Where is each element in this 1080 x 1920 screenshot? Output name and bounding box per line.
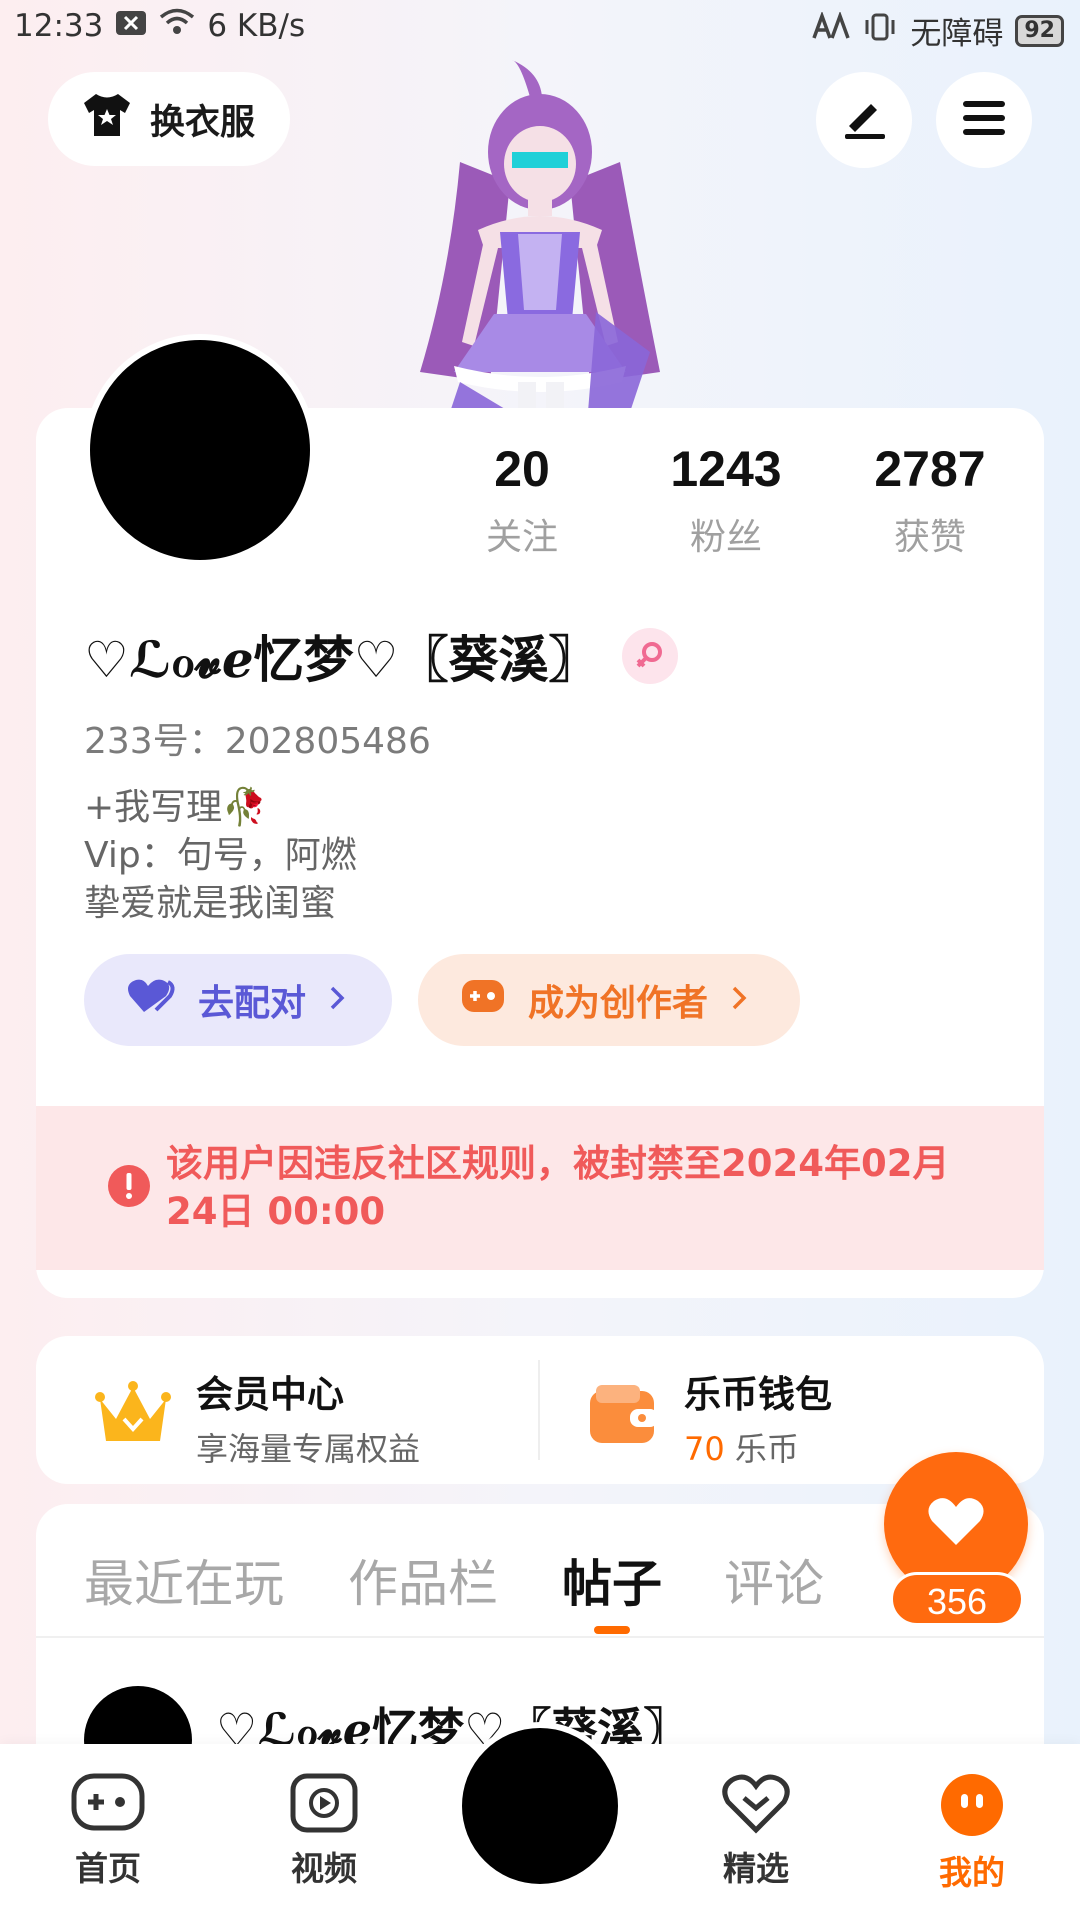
member-center-entry[interactable]: 会员中心 享海量专属权益 (94, 1364, 420, 1470)
fans-count: 1243 (670, 441, 782, 497)
divider (538, 1360, 540, 1460)
nav-home[interactable]: 首页 (38, 1772, 178, 1890)
member-center-subtitle: 享海量专属权益 (196, 1430, 421, 1468)
vibrate-icon (862, 12, 898, 50)
stat-following[interactable]: 20 关注 (422, 440, 622, 560)
bio-line: +我写理🥀 (84, 787, 267, 828)
accessibility-label: 无障碍 (910, 16, 1004, 52)
become-creator-button[interactable]: 成为创作者 (418, 954, 800, 1046)
nav-home-label: 首页 (75, 1849, 141, 1888)
match-button[interactable]: 去配对 (84, 954, 392, 1046)
tab-comments[interactable]: 评论 (724, 1544, 824, 1616)
notification-x-icon (115, 8, 147, 44)
play-icon (289, 1773, 359, 1838)
menu-button[interactable] (936, 72, 1032, 168)
nickname: ♡ℒℴ𝓿ℯ忆梦♡〖葵溪〗 (84, 631, 599, 689)
gamepad-icon (70, 1773, 146, 1838)
creator-label: 成为创作者 (528, 983, 709, 1024)
wifi-icon (159, 8, 195, 44)
net-speed: 6 KB/s (207, 8, 306, 44)
warning-icon (106, 1163, 152, 1213)
match-label: 去配对 (198, 983, 307, 1024)
face-icon (939, 1774, 1005, 1842)
stat-likes[interactable]: 2787 获赞 (830, 440, 1030, 560)
accessibility-icon (810, 10, 851, 50)
wallet-icon (588, 1383, 660, 1451)
nickname-row: ♡ℒℴ𝓿ℯ忆梦♡〖葵溪〗 (84, 620, 679, 692)
status-bar: 12:33 6 KB/s 无障碍 92 (0, 0, 1080, 56)
ban-notice: 该用户因违反社区规则，被封禁至2024年02月24日 00:00 (36, 1106, 1044, 1270)
wallet-balance: 70 乐币 (684, 1424, 832, 1470)
member-wallet-card: 会员中心 享海量专属权益 乐币钱包 70 乐币 (36, 1336, 1044, 1484)
battery-icon: 92 (1015, 14, 1064, 47)
active-tab-indicator (594, 1626, 630, 1634)
heart-icon (926, 1495, 986, 1553)
hamburger-icon (961, 98, 1007, 142)
status-time: 12:33 (14, 8, 104, 44)
pen-icon (841, 96, 887, 144)
user-id: 233号：202805486 (84, 721, 431, 762)
wallet-amount: 70 (684, 1430, 725, 1468)
change-outfit-label: 换衣服 (150, 102, 256, 143)
profile-avatar[interactable] (84, 334, 316, 566)
wallet-title: 乐币钱包 (684, 1373, 832, 1416)
nav-featured-label: 精选 (723, 1849, 789, 1888)
member-center-title: 会员中心 (196, 1373, 344, 1416)
edit-profile-button[interactable] (816, 72, 912, 168)
gamepad-icon (460, 978, 506, 1023)
fans-label: 粉丝 (689, 517, 762, 558)
crown-icon (94, 1379, 172, 1455)
chevron-right-icon (328, 980, 346, 1021)
wallet-entry[interactable]: 乐币钱包 70 乐币 (588, 1364, 832, 1470)
divider (36, 1636, 1044, 1638)
likes-count: 2787 (874, 441, 986, 497)
character-avatar-figure[interactable] (400, 52, 680, 412)
female-icon (622, 628, 679, 684)
heart-pair-icon (126, 976, 176, 1025)
tshirt-icon (80, 91, 134, 148)
tab-recently-played[interactable]: 最近在玩 (84, 1544, 284, 1616)
tab-works[interactable]: 作品栏 (348, 1544, 498, 1616)
following-count: 20 (494, 441, 550, 497)
bio: +我写理🥀 Vip：句号，阿燃 挚爱就是我闺蜜 (84, 784, 357, 928)
tab-posts[interactable]: 帖子 (562, 1544, 662, 1616)
likes-label: 获赞 (893, 517, 966, 558)
heart-chevron-icon (720, 1774, 792, 1838)
nav-video-label: 视频 (291, 1849, 357, 1888)
chevron-right-icon (730, 980, 748, 1021)
change-outfit-button[interactable]: 换衣服 (48, 72, 290, 166)
bio-line: Vip：句号，阿燃 (84, 835, 357, 876)
nav-mine-label: 我的 (939, 1853, 1005, 1892)
ban-text: 该用户因违反社区规则，被封禁至2024年02月24日 00:00 (166, 1142, 950, 1233)
nav-mine[interactable]: 我的 (902, 1772, 1042, 1894)
wallet-unit: 乐币 (734, 1430, 799, 1468)
nav-featured[interactable]: 精选 (686, 1772, 826, 1890)
bio-line: 挚爱就是我闺蜜 (84, 883, 337, 924)
following-label: 关注 (485, 517, 558, 558)
stat-fans[interactable]: 1243 粉丝 (626, 440, 826, 560)
nav-center-button[interactable] (456, 1722, 624, 1890)
like-count: 356 (890, 1572, 1024, 1626)
nav-video[interactable]: 视频 (254, 1772, 394, 1890)
